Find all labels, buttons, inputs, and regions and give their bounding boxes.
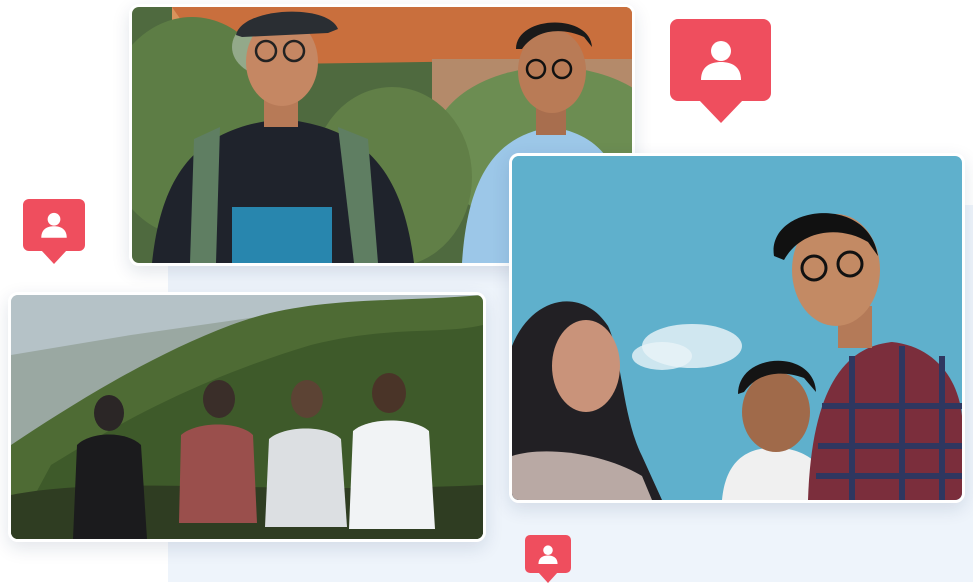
user-location-marker	[525, 535, 571, 573]
user-location-marker	[670, 19, 771, 101]
friends-sitting-on-hill-photo	[8, 292, 486, 542]
friends-smiling-sky-photo	[509, 153, 965, 503]
user-icon	[537, 544, 559, 565]
user-location-marker	[23, 199, 85, 251]
user-icon	[39, 211, 69, 239]
user-icon	[698, 38, 744, 82]
